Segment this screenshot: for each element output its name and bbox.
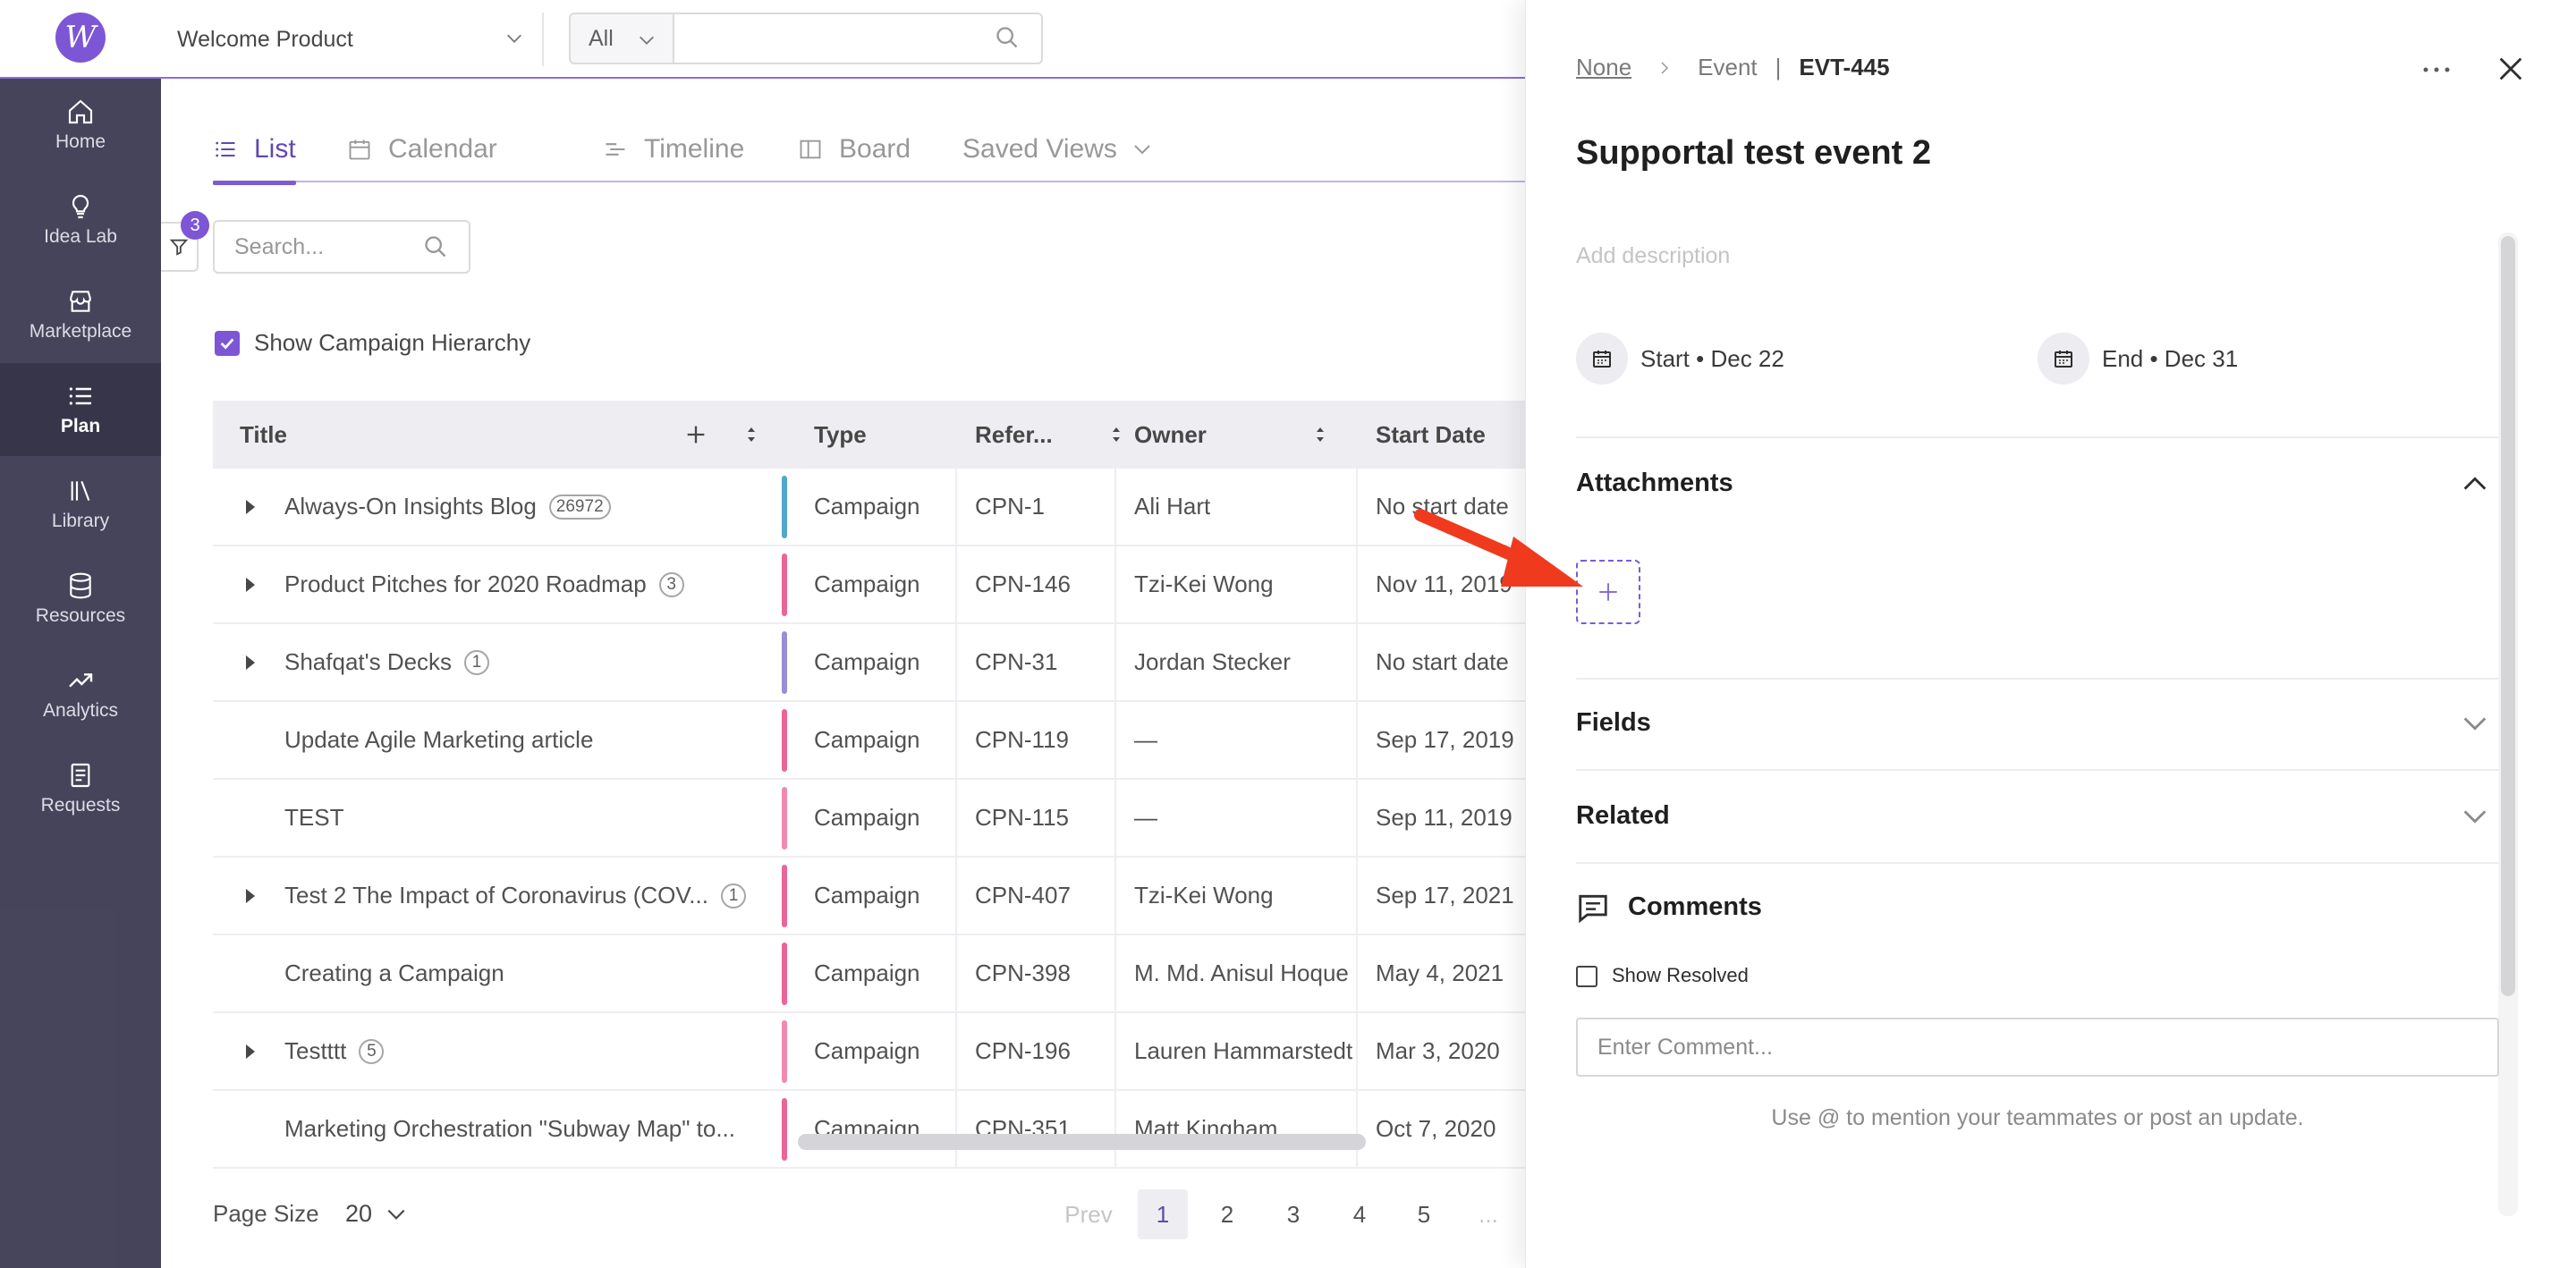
breadcrumb-id: EVT-445 xyxy=(1799,54,1890,80)
chevron-up-icon[interactable] xyxy=(2460,469,2490,499)
end-date-value: End • Dec 31 xyxy=(2102,344,2239,372)
divider xyxy=(1576,769,2499,771)
close-icon[interactable] xyxy=(2496,54,2526,84)
divider xyxy=(1576,678,2499,680)
divider xyxy=(1576,862,2499,864)
divider xyxy=(1576,436,2499,438)
chevron-right-icon xyxy=(1657,60,1673,76)
calendar-icon xyxy=(1576,333,1628,385)
comment-icon xyxy=(1579,894,1607,924)
comment-hint: Use @ to mention your teammates or post … xyxy=(1771,1105,2304,1130)
start-date-field[interactable]: Start • Dec 22 xyxy=(1576,333,1784,385)
breadcrumb-type: Event xyxy=(1698,54,1758,80)
breadcrumb: None Event | EVT-445 xyxy=(1576,54,1890,81)
attachments-section-header[interactable]: Attachments xyxy=(1576,469,1733,498)
show-resolved-checkbox[interactable] xyxy=(1576,966,1597,987)
breadcrumb-divider: | xyxy=(1775,54,1782,80)
fields-section-header[interactable]: Fields xyxy=(1576,708,1651,738)
description-field[interactable]: Add description xyxy=(1576,243,1730,269)
end-date-field[interactable]: End • Dec 31 xyxy=(2038,333,2238,385)
annotation-arrow-icon xyxy=(1414,509,1583,587)
more-options-icon[interactable] xyxy=(2420,59,2453,80)
chevron-down-icon[interactable] xyxy=(2460,801,2490,832)
chevron-down-icon[interactable] xyxy=(2460,708,2490,739)
related-section-header[interactable]: Related xyxy=(1576,801,1670,831)
panel-scrollbar[interactable] xyxy=(2501,236,2515,996)
panel-backdrop[interactable] xyxy=(0,0,1525,1268)
start-date-value: Start • Dec 22 xyxy=(1640,344,1784,372)
plus-icon xyxy=(1599,583,1617,601)
comment-input[interactable] xyxy=(1576,1018,2499,1077)
comments-section-header: Comments xyxy=(1628,892,1762,921)
event-title[interactable]: Supportal test event 2 xyxy=(1576,134,1931,173)
breadcrumb-parent-link[interactable]: None xyxy=(1576,54,1631,81)
show-resolved-label: Show Resolved xyxy=(1612,964,1749,986)
calendar-icon xyxy=(2038,333,2089,385)
event-detail-panel: None Event | EVT-445 Supportal test even… xyxy=(1525,0,2576,1268)
